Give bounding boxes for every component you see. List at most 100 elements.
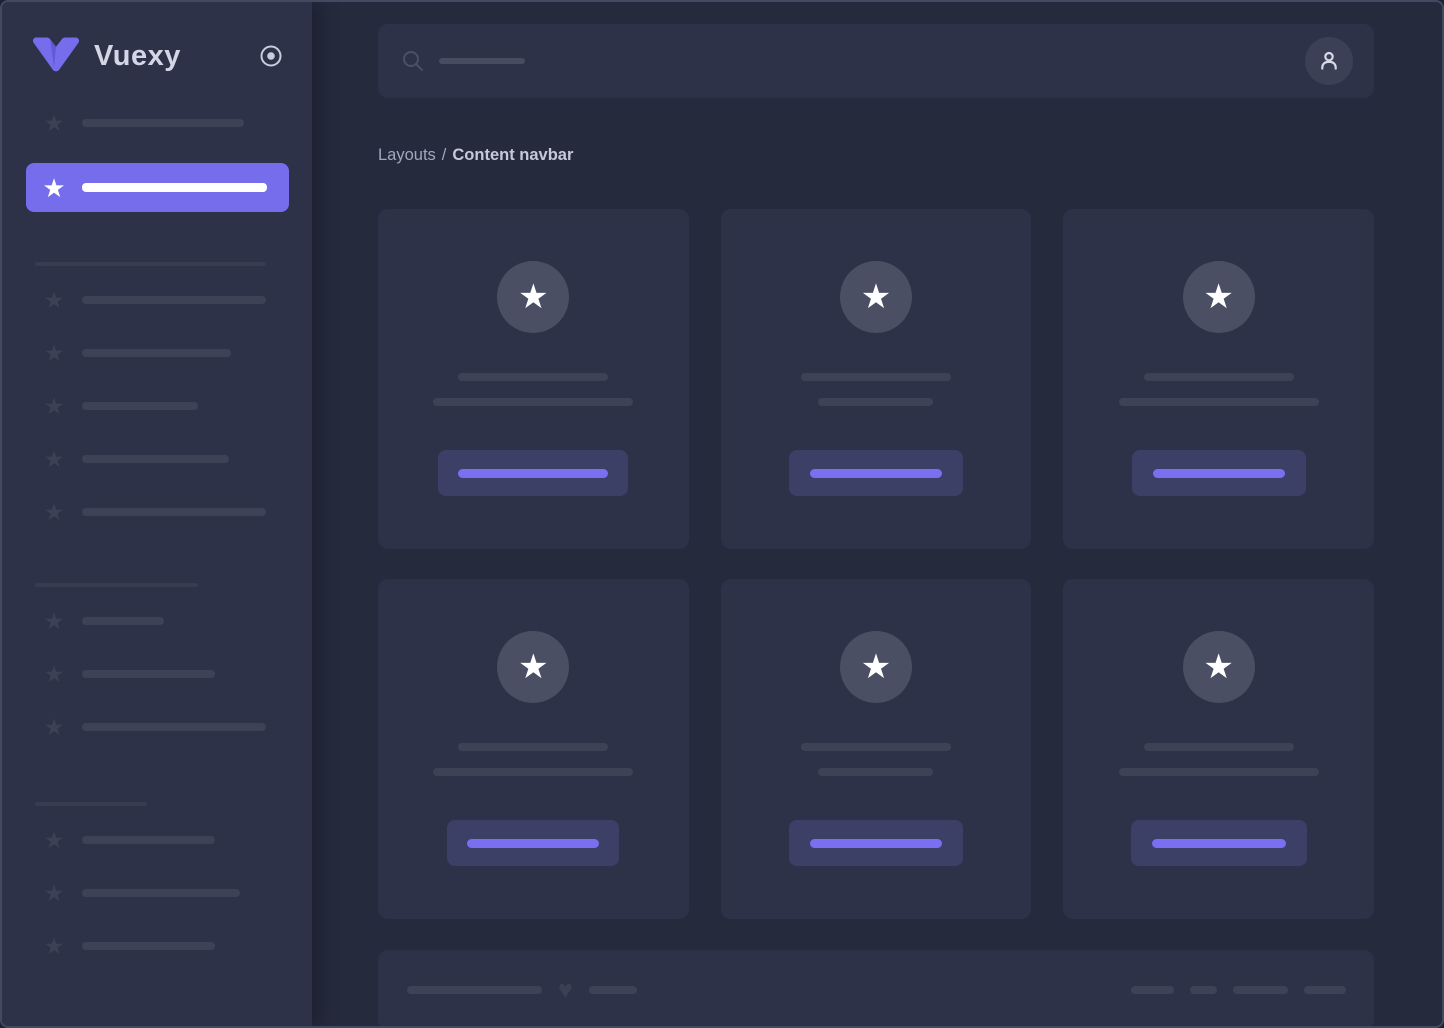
button-label-bar [458, 469, 608, 478]
star-icon: ★ [42, 609, 66, 633]
user-icon [1316, 48, 1342, 74]
card-subtitle-bar [1119, 768, 1319, 776]
app-window: Vuexy ★ ★ ★ ★ ★ ★ ★ ★ ★ ★ ★ ★ ★ [0, 0, 1444, 1028]
star-icon: ★ [42, 662, 66, 686]
user-avatar[interactable] [1305, 37, 1353, 85]
footer-left: ♥ [407, 978, 637, 1003]
star-icon: ★ [42, 934, 66, 958]
card-title-bar [458, 373, 608, 381]
vuexy-logo-icon [32, 36, 80, 76]
sidebar-menu-item-active[interactable]: ★ [26, 163, 289, 212]
card-title-bar [801, 373, 951, 381]
menu-item-label-bar [82, 836, 215, 844]
star-icon: ★ [42, 111, 66, 135]
card-button[interactable] [789, 450, 963, 496]
star-icon: ★ [1203, 280, 1233, 314]
sidebar-menu-item[interactable]: ★ [2, 499, 312, 525]
button-label-bar [467, 839, 599, 848]
menu-item-label-bar [82, 889, 240, 897]
menu-item-label-bar [82, 296, 266, 304]
card-subtitle-bar [818, 768, 933, 776]
search-placeholder-bar [439, 58, 525, 64]
star-icon: ★ [1203, 650, 1233, 684]
sidebar-menu-item[interactable]: ★ [2, 446, 312, 472]
brand-title: Vuexy [94, 40, 258, 73]
star-icon: ★ [42, 288, 66, 312]
card-button[interactable] [438, 450, 628, 496]
sidebar-menu-item[interactable]: ★ [2, 880, 312, 906]
star-icon: ★ [42, 394, 66, 418]
sidebar-menu-item[interactable]: ★ [2, 110, 312, 136]
menu-item-label-bar [82, 670, 215, 678]
breadcrumb: Layouts / Content navbar [378, 144, 1374, 166]
menu-item-label-bar [82, 455, 229, 463]
search-input[interactable] [402, 50, 525, 72]
menu-item-label-bar [82, 508, 266, 516]
menu-item-label-bar [82, 349, 231, 357]
menu-section-divider [35, 802, 147, 806]
star-icon: ★ [42, 715, 66, 739]
button-label-bar [1152, 839, 1286, 848]
star-icon: ★ [42, 828, 66, 852]
button-label-bar [810, 469, 942, 478]
card-button[interactable] [447, 820, 619, 866]
card-avatar: ★ [1183, 261, 1255, 333]
sidebar: Vuexy ★ ★ ★ ★ ★ ★ ★ ★ ★ ★ ★ ★ ★ [2, 2, 312, 1026]
card-avatar: ★ [1183, 631, 1255, 703]
star-icon: ★ [42, 881, 66, 905]
card-button[interactable] [1132, 450, 1306, 496]
card-avatar: ★ [840, 631, 912, 703]
card: ★ [1063, 209, 1374, 549]
star-icon: ★ [42, 500, 66, 524]
menu-item-label-bar [82, 617, 164, 625]
footer-text-bar [589, 986, 637, 994]
breadcrumb-parent[interactable]: Layouts [378, 146, 436, 165]
card-subtitle-bar [818, 398, 933, 406]
button-label-bar [810, 839, 942, 848]
card-title-bar [1144, 373, 1294, 381]
footer-text-bar [407, 986, 542, 994]
cards-grid: ★ ★ ★ ★ ★ ★ [378, 209, 1374, 919]
card: ★ [1063, 579, 1374, 919]
star-icon: ★ [861, 280, 891, 314]
card: ★ [721, 579, 1032, 919]
card-button[interactable] [789, 820, 963, 866]
star-icon: ★ [42, 341, 66, 365]
sidebar-menu: ★ ★ ★ ★ ★ ★ ★ ★ ★ ★ ★ ★ ★ [2, 110, 312, 959]
footer-link-bar [1233, 986, 1288, 994]
menu-item-label-bar [82, 183, 267, 192]
menu-item-label-bar [82, 723, 266, 731]
breadcrumb-separator: / [442, 146, 447, 165]
sidebar-menu-item[interactable]: ★ [2, 608, 312, 634]
card-title-bar [458, 743, 608, 751]
card-subtitle-bar [433, 768, 633, 776]
card: ★ [721, 209, 1032, 549]
star-icon: ★ [518, 650, 548, 684]
sidebar-menu-item[interactable]: ★ [2, 714, 312, 740]
card: ★ [378, 209, 689, 549]
card-title-bar [801, 743, 951, 751]
sidebar-menu-item[interactable]: ★ [2, 933, 312, 959]
breadcrumb-current: Content navbar [452, 146, 573, 165]
footer-link-bar [1304, 986, 1346, 994]
sidebar-menu-item[interactable]: ★ [2, 393, 312, 419]
star-icon: ★ [42, 176, 66, 200]
card-button[interactable] [1131, 820, 1307, 866]
footer-links [1131, 986, 1346, 994]
sidebar-header: Vuexy [2, 2, 312, 78]
main-content: Layouts / Content navbar ★ ★ ★ ★ ★ ★ ♥ [312, 2, 1442, 1026]
card-title-bar [1144, 743, 1294, 751]
card: ★ [378, 579, 689, 919]
heart-icon: ♥ [558, 978, 573, 1003]
card-avatar: ★ [497, 261, 569, 333]
card-subtitle-bar [433, 398, 633, 406]
menu-section-divider [35, 583, 198, 587]
footer: ♥ [378, 950, 1374, 1028]
top-navbar [378, 24, 1374, 98]
sidebar-menu-item[interactable]: ★ [2, 661, 312, 687]
record-circle-icon[interactable] [258, 43, 284, 69]
sidebar-menu-item[interactable]: ★ [2, 827, 312, 853]
sidebar-menu-item[interactable]: ★ [2, 287, 312, 313]
sidebar-menu-item[interactable]: ★ [2, 340, 312, 366]
card-avatar: ★ [840, 261, 912, 333]
